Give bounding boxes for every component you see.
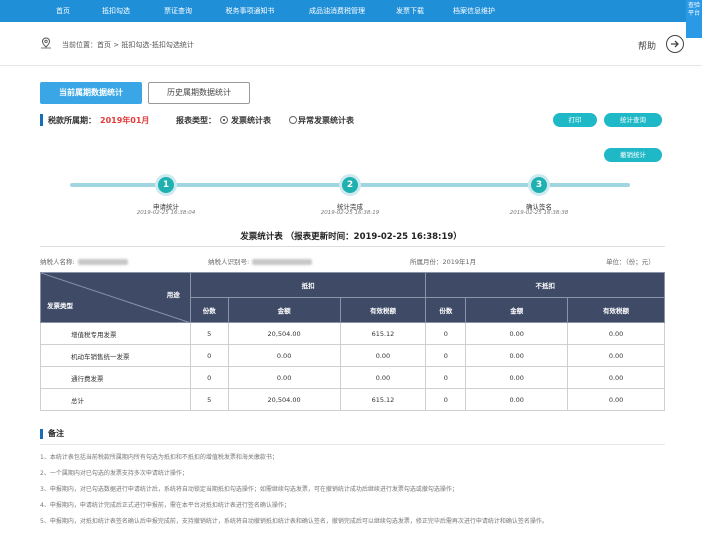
row-type: 机动车销售统一发票 (40, 344, 191, 367)
cell-value: 5 (189, 322, 229, 345)
arrow-right-circle-icon[interactable] (666, 35, 684, 53)
subheader-tax: 有效税额 (339, 297, 427, 323)
divider (40, 444, 665, 445)
note-item: 5、申报期内，对抵扣统计表签名确认后申报完成前，支持撤销统计，系统将自动撤销抵扣… (40, 518, 548, 525)
table-row: 增值税专用发票 5 20,504.00 615.12 0 0.00 0.00 (40, 322, 665, 345)
breadcrumb: 当前位置：首页 > 抵扣勾选-抵扣勾选统计 (62, 41, 194, 49)
step-time-1: 2019-02-25 16:38:04 (136, 210, 196, 216)
help-link[interactable]: 帮助 (638, 39, 656, 52)
subheader-amount: 金额 (465, 297, 569, 323)
radio-abnormal-stat[interactable] (289, 116, 297, 124)
cell-value: 615.12 (339, 388, 427, 411)
divider (40, 246, 665, 247)
cell-value: 0 (425, 344, 467, 367)
cell-value: 0.00 (227, 344, 341, 367)
cell-value: 0 (189, 366, 229, 389)
radio-invoice-stat-label[interactable]: 发票统计表 (231, 115, 271, 126)
taxpayer-info: 纳税人名称: 纳税人识别号: 所属月份：2019年1月 单位：（份；元） (40, 256, 665, 268)
table-row: 通行费发票 0 0.00 0.00 0 0.00 0.00 (40, 366, 665, 389)
cell-value: 5 (189, 388, 229, 411)
note-item: 4、申报期内，申请统计完成后正式进行申报前，需在本平台对抵扣统计表进行签名确认操… (40, 502, 290, 509)
table-row: 机动车销售统一发票 0 0.00 0.00 0 0.00 0.00 (40, 344, 665, 367)
cell-value: 0 (425, 388, 467, 411)
cell-value: 0.00 (567, 388, 665, 411)
notes-title: 备注 (48, 429, 64, 438)
cell-value: 0.00 (465, 366, 569, 389)
subheader-count: 份数 (425, 297, 467, 323)
cell-value: 0.00 (465, 388, 569, 411)
cell-value: 0.00 (465, 344, 569, 367)
corner-right-label: 用途 (166, 291, 180, 299)
stat-query-button[interactable]: 统计查询 (604, 113, 662, 127)
table-corner-header: 发票类型 用途 (40, 272, 191, 323)
nav-item-oil-tax[interactable]: 成品油消费税管理 (302, 0, 372, 22)
row-type: 总计 (40, 388, 191, 411)
tab-current-period[interactable]: 当前属期数据统计 (40, 82, 142, 104)
group-header-deduct: 抵扣 (189, 272, 427, 298)
note-item: 2、一个属期内对已勾选的发票支持多次申请统计操作； (40, 470, 188, 477)
period-value: 2019年01月 (100, 116, 150, 125)
nav-item-home[interactable]: 首页 (52, 0, 74, 22)
subheader-tax: 有效税额 (567, 297, 665, 323)
cell-value: 0 (425, 366, 467, 389)
step-time-3: 2019-02-25 16:38:38 (509, 210, 569, 216)
cell-value: 0 (425, 322, 467, 345)
table-title: 发票统计表 （报表更新时间：2019-02-25 16:38:19） (240, 232, 462, 242)
group-header-nondeduct: 不抵扣 (425, 272, 665, 298)
row-type: 增值税专用发票 (40, 322, 191, 345)
subheader-amount: 金额 (227, 297, 341, 323)
cell-value: 20,504.00 (227, 322, 341, 345)
nav-item-tax-notice[interactable]: 税务事项通知书 (220, 0, 280, 22)
step-dot-2: 2 (339, 174, 361, 196)
report-type-label: 报表类型： (176, 116, 216, 125)
cancel-stat-button[interactable]: 撤销统计 (604, 148, 662, 162)
unit-label: 单位：（份；元） (606, 258, 655, 266)
period-label: 税款所属期： (48, 116, 96, 125)
cell-value: 615.12 (339, 322, 427, 345)
cell-value: 20,504.00 (227, 388, 341, 411)
breadcrumb-bar: 当前位置：首页 > 抵扣勾选-抵扣勾选统计 帮助 (0, 22, 702, 66)
top-nav: 首页 抵扣勾选 票证查询 税务事项通知书 成品油消费税管理 发票下载 档案信息维… (0, 0, 702, 22)
corner-left-label: 发票类型 (47, 302, 73, 310)
taxpayer-id-redacted (252, 259, 313, 265)
radio-abnormal-stat-label[interactable]: 异常发票统计表 (298, 115, 354, 126)
nav-item-deduction-check[interactable]: 抵扣勾选 (98, 0, 134, 22)
cell-value: 0.00 (339, 344, 427, 367)
nav-item-ticket-query[interactable]: 票证查询 (160, 0, 196, 22)
note-item: 3、申报期内，对已勾选数据进行申请统计后，系统将自动锁定当期抵扣勾选操作；如需继… (40, 486, 458, 493)
note-item: 1、本统计表包括当前税款所属期内所有勾选为抵扣和不抵扣的增值税发票和海关缴款书； (40, 454, 278, 461)
step-time-2: 2019-02-25 16:38:19 (320, 210, 380, 216)
section-marker (40, 429, 43, 439)
taxpayer-id-label: 纳税人识别号: (208, 256, 313, 266)
cell-value: 0.00 (339, 366, 427, 389)
location-icon (41, 37, 51, 49)
cell-value: 0.00 (567, 322, 665, 345)
nav-item-invoice-download[interactable]: 发票下载 (392, 0, 428, 22)
row-type: 通行费发票 (40, 366, 191, 389)
cell-value: 0 (189, 344, 229, 367)
cell-value: 0.00 (567, 344, 665, 367)
subheader-count: 份数 (189, 297, 229, 323)
cell-value: 0.00 (227, 366, 341, 389)
radio-invoice-stat[interactable] (220, 116, 228, 124)
filter-bar: 税款所属期： 2019年01月 报表类型： 发票统计表 异常发票统计表 打印 统… (40, 112, 665, 128)
table-row-total: 总计 5 20,504.00 615.12 0 0.00 0.00 (40, 388, 665, 411)
section-marker (40, 114, 43, 126)
tab-history-period[interactable]: 历史属期数据统计 (148, 82, 250, 104)
taxpayer-name-redacted (77, 259, 128, 265)
step-dot-3: 3 (528, 174, 550, 196)
cell-value: 0.00 (567, 366, 665, 389)
nav-item-archive[interactable]: 档案信息维护 (448, 0, 500, 22)
month-label: 所属月份：2019年1月 (410, 258, 477, 266)
step-dot-1: 1 (155, 174, 177, 196)
cell-value: 0.00 (465, 322, 569, 345)
invoice-stat-table: 发票类型 用途 抵扣 不抵扣 份数 金额 有效税额 份数 金额 有效税额 增值税… (40, 272, 665, 411)
taxpayer-name-label: 纳税人名称: (40, 256, 128, 266)
print-button[interactable]: 打印 (553, 113, 597, 127)
